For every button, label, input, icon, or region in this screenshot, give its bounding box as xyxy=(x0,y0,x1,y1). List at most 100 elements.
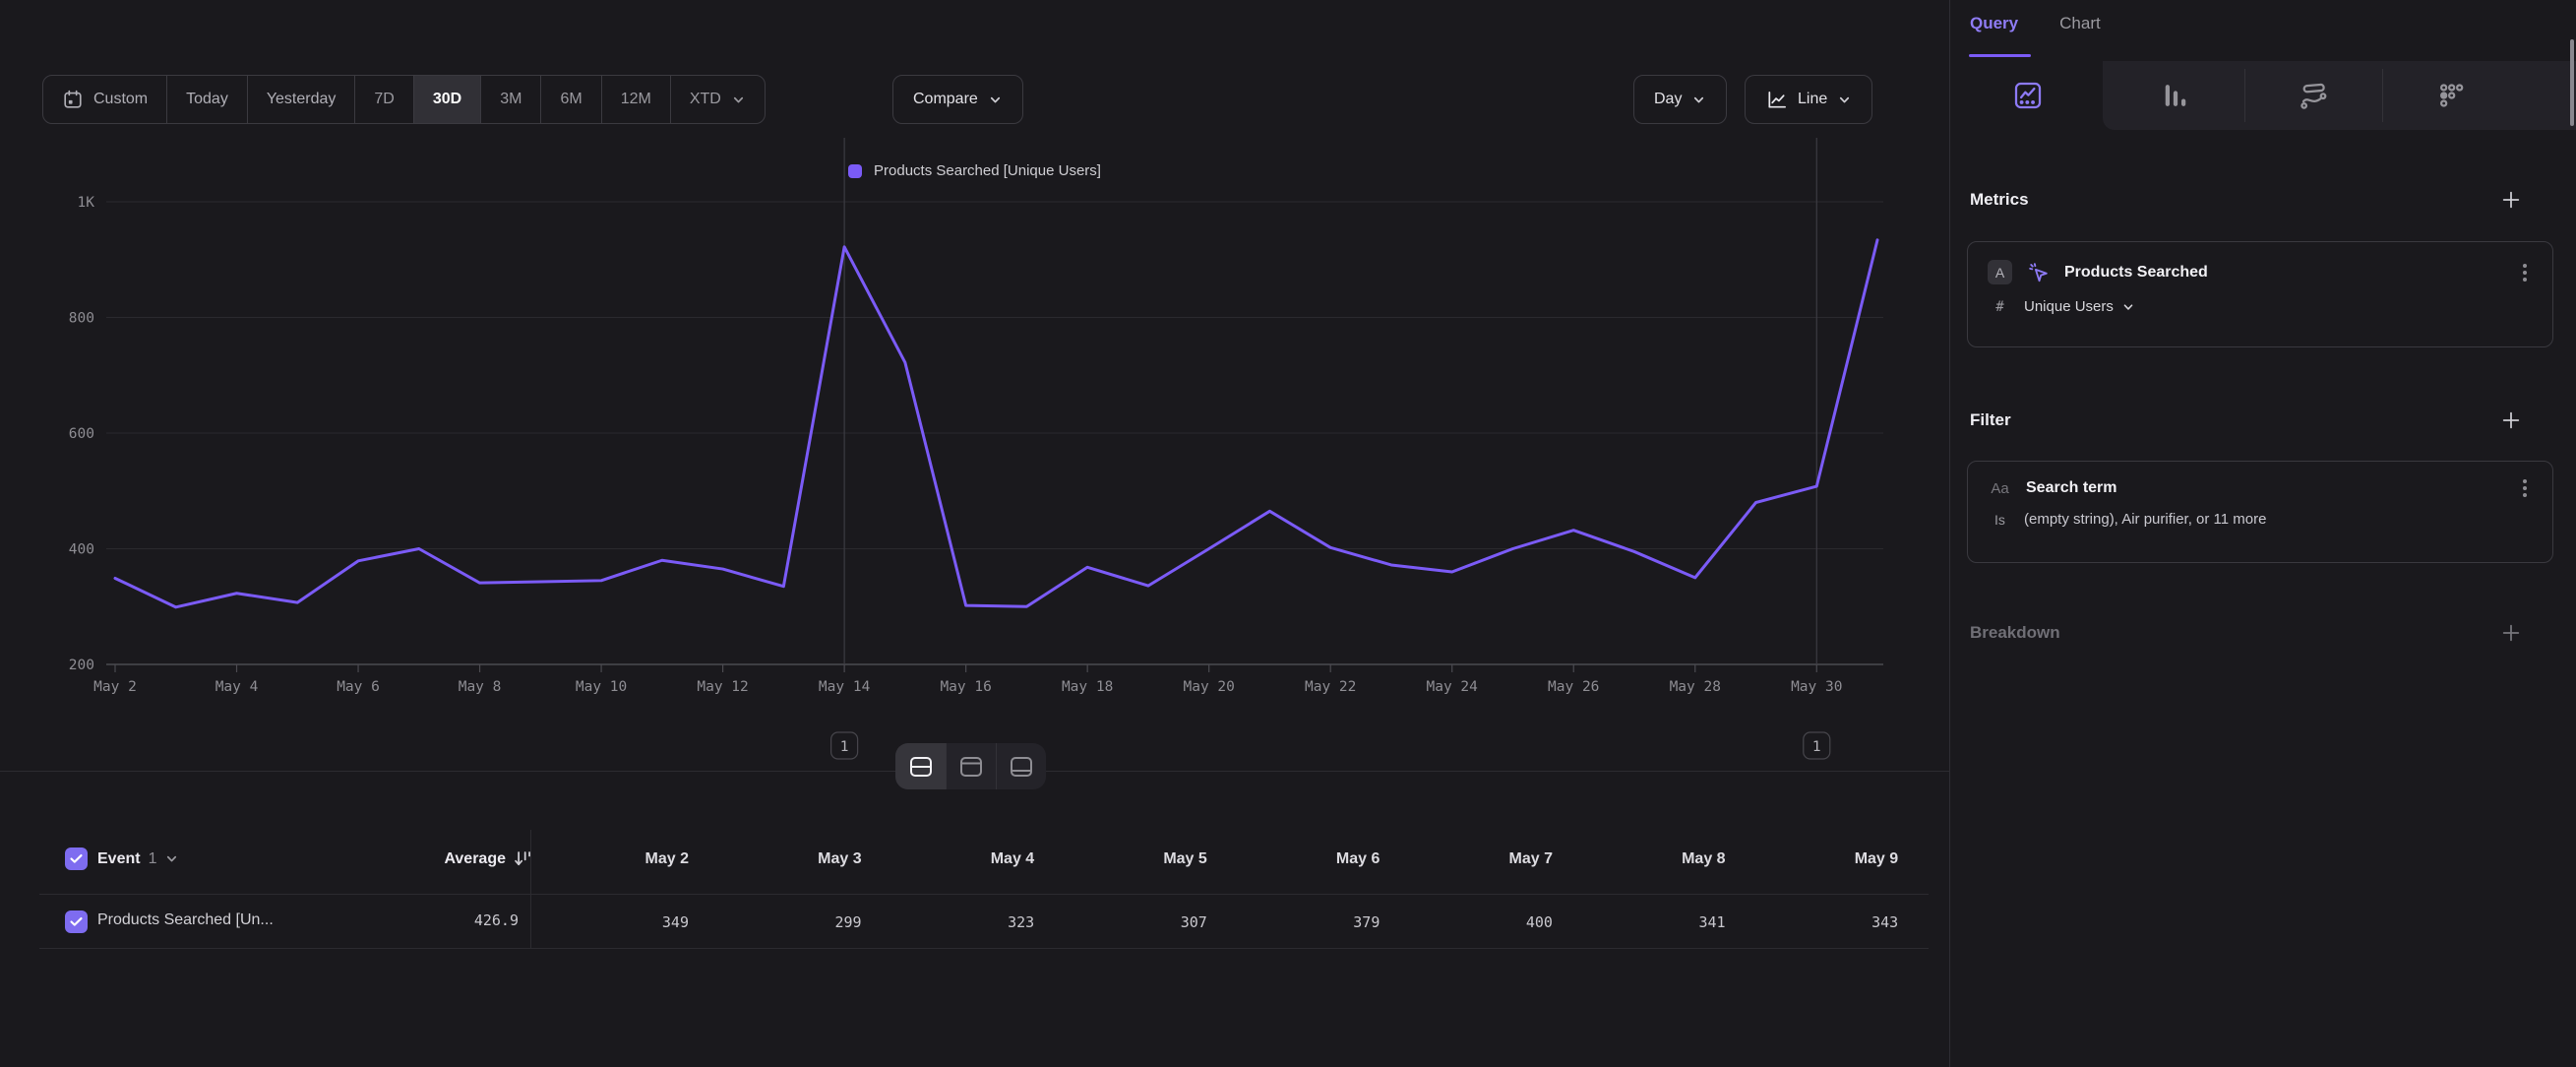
filter-card[interactable]: Aa Search term Is (empty string), Air pu… xyxy=(1967,461,2553,563)
filter-operator[interactable]: Is xyxy=(1988,512,2012,528)
aggregation-symbol: # xyxy=(1988,299,2012,315)
svg-text:1: 1 xyxy=(1812,739,1821,755)
svg-text:May 28: May 28 xyxy=(1670,679,1721,695)
layout-toggle-group xyxy=(895,743,1046,789)
column-header[interactable]: May 2 xyxy=(530,850,689,868)
row-checkbox[interactable] xyxy=(65,910,88,933)
svg-text:May 22: May 22 xyxy=(1305,679,1356,695)
metric-name: Products Searched xyxy=(2064,264,2501,282)
column-header[interactable]: May 4 xyxy=(862,850,1035,868)
sidebar-tabs: Query Chart xyxy=(1970,14,2101,33)
strip-separator xyxy=(2244,69,2245,122)
event-column-header[interactable]: Event 1 xyxy=(97,847,179,870)
chevron-down-icon xyxy=(164,851,179,866)
svg-text:May 24: May 24 xyxy=(1427,679,1479,695)
plus-icon xyxy=(2500,622,2522,644)
column-header[interactable]: May 7 xyxy=(1380,850,1553,868)
table-cell: 400 xyxy=(1380,913,1553,931)
metric-aggregation-row: # Unique Users xyxy=(1968,284,2552,333)
svg-text:May 30: May 30 xyxy=(1791,679,1842,695)
svg-text:200: 200 xyxy=(69,658,94,673)
svg-text:May 10: May 10 xyxy=(576,679,627,695)
tab-chart[interactable]: Chart xyxy=(2059,14,2101,33)
line-chart: 2004006008001KMay 2May 4May 6May 8May 10… xyxy=(0,0,1949,767)
metric-card-row: A Products Searched xyxy=(1968,242,2552,284)
metrics-heading: Metrics xyxy=(1970,190,2029,210)
table-cell: 379 xyxy=(1207,913,1380,931)
table-row-values: 349 299 323 307 379 400 341 343 xyxy=(530,910,1898,933)
table-row-average: 426.9 xyxy=(295,911,519,929)
table-cell: 349 xyxy=(530,913,689,931)
query-sidebar: Query Chart xyxy=(1949,0,2576,1067)
svg-text:May 2: May 2 xyxy=(93,679,137,695)
add-breakdown-button[interactable] xyxy=(2498,620,2524,646)
chart-type-bar-tab[interactable] xyxy=(2141,61,2210,130)
table-cell: 341 xyxy=(1553,913,1726,931)
table-row-name[interactable]: Products Searched [Un... xyxy=(97,911,274,929)
add-metric-button[interactable] xyxy=(2498,187,2524,213)
svg-text:May 6: May 6 xyxy=(337,679,380,695)
metric-menu-kebab-icon[interactable] xyxy=(2515,264,2535,282)
svg-text:May 8: May 8 xyxy=(459,679,502,695)
breakdown-heading: Breakdown xyxy=(1970,623,2060,643)
column-header[interactable]: May 9 xyxy=(1726,850,1899,868)
filter-property-name: Search term xyxy=(2026,479,2501,497)
average-column-header[interactable]: Average xyxy=(276,847,533,870)
layout-split-view-button[interactable] xyxy=(895,743,946,789)
svg-text:1: 1 xyxy=(840,739,849,755)
svg-text:May 16: May 16 xyxy=(940,679,991,695)
filter-heading: Filter xyxy=(1970,410,2011,430)
svg-text:May 20: May 20 xyxy=(1183,679,1234,695)
column-header[interactable]: May 8 xyxy=(1553,850,1726,868)
svg-text:May 26: May 26 xyxy=(1548,679,1599,695)
chevron-down-icon xyxy=(2121,300,2135,314)
svg-text:May 18: May 18 xyxy=(1062,679,1113,695)
svg-text:600: 600 xyxy=(69,426,94,442)
chart-type-metrics-tab[interactable] xyxy=(2417,61,2485,130)
aggregation-dropdown[interactable]: Unique Users xyxy=(2024,298,2135,315)
filter-condition-row: Is (empty string), Air purifier, or 11 m… xyxy=(1968,497,2552,545)
add-filter-button[interactable] xyxy=(2498,408,2524,433)
table-cell: 343 xyxy=(1726,913,1899,931)
strip-separator xyxy=(2382,69,2383,122)
check-icon xyxy=(69,851,84,866)
app-screen: Custom Today Yesterday 7D 30D 3M 6M 12M … xyxy=(0,0,2576,1067)
metrics-dots-icon xyxy=(2435,80,2467,111)
flows-icon xyxy=(2298,80,2329,111)
chart-type-flows-tab[interactable] xyxy=(2279,61,2348,130)
select-all-checkbox[interactable] xyxy=(65,847,88,870)
chart-type-insights-tab[interactable] xyxy=(1993,61,2062,130)
table-cell: 299 xyxy=(689,913,862,931)
metric-card[interactable]: A Products Searched # Unique Users xyxy=(1967,241,2553,347)
bottom-bar-layout-icon xyxy=(1009,755,1034,779)
svg-text:May 4: May 4 xyxy=(215,679,259,695)
string-property-icon: Aa xyxy=(1988,480,2012,497)
plus-icon xyxy=(2500,189,2522,211)
column-header[interactable]: May 5 xyxy=(1034,850,1207,868)
event-click-icon xyxy=(2026,260,2051,284)
column-header[interactable]: May 3 xyxy=(689,850,862,868)
top-bar-layout-icon xyxy=(958,755,984,779)
tab-query[interactable]: Query xyxy=(1970,14,2018,33)
svg-text:May 14: May 14 xyxy=(819,679,871,695)
scrollbar-thumb[interactable] xyxy=(2570,39,2574,126)
check-icon xyxy=(69,914,84,929)
table-bottom-divider xyxy=(39,948,1929,949)
active-tab-underline xyxy=(1969,54,2031,57)
svg-text:1K: 1K xyxy=(78,195,95,211)
filter-menu-kebab-icon[interactable] xyxy=(2515,479,2535,497)
column-header[interactable]: May 6 xyxy=(1207,850,1380,868)
layout-table-only-button[interactable] xyxy=(996,743,1046,789)
plus-icon xyxy=(2500,409,2522,431)
filter-value[interactable]: (empty string), Air purifier, or 11 more xyxy=(2024,511,2266,528)
bar-chart-icon xyxy=(2161,81,2190,110)
svg-text:800: 800 xyxy=(69,311,94,327)
main-panel: Custom Today Yesterday 7D 30D 3M 6M 12M … xyxy=(0,0,1949,1067)
table-cell: 323 xyxy=(862,913,1035,931)
table-header-divider xyxy=(39,894,1929,895)
filter-card-row: Aa Search term xyxy=(1968,462,2552,497)
series-letter-badge: A xyxy=(1988,260,2012,284)
layout-chart-only-button[interactable] xyxy=(946,743,996,789)
split-view-icon xyxy=(908,755,934,779)
table-cell: 307 xyxy=(1034,913,1207,931)
